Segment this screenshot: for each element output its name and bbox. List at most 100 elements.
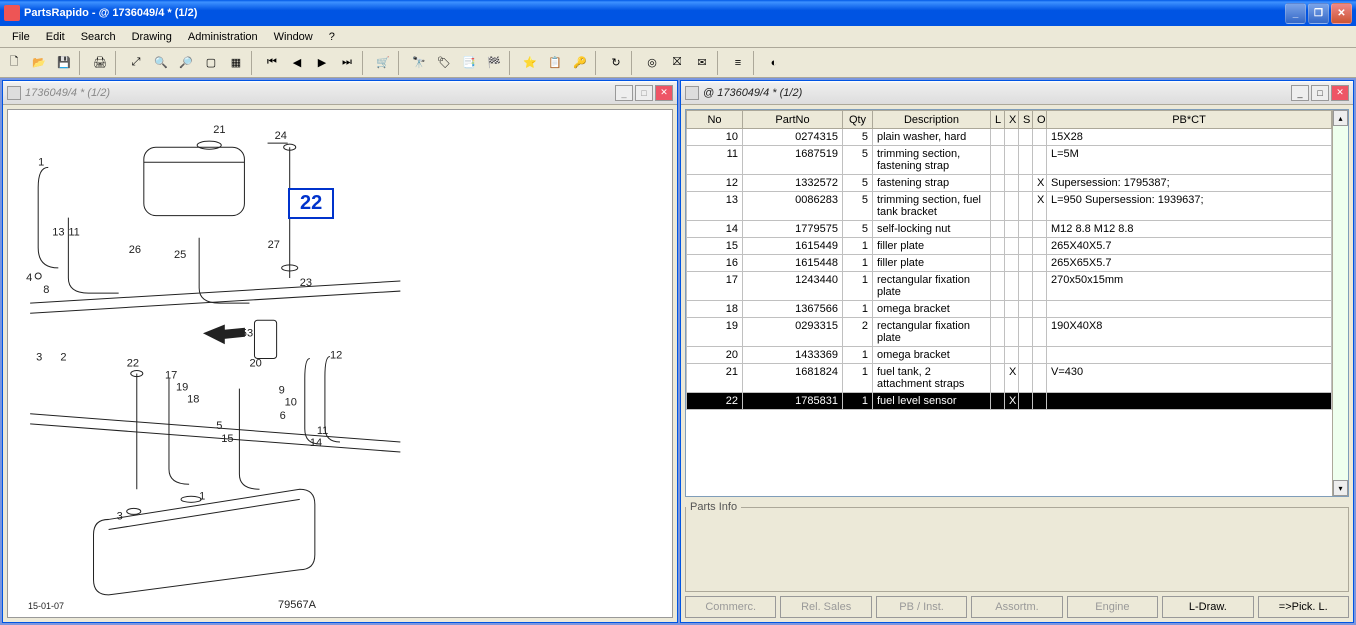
flag-icon[interactable]: 🏁 (482, 51, 506, 75)
cell-no: 17 (687, 272, 743, 301)
main-titlebar: PartsRapido - @ 1736049/4 * (1/2) _ ❐ ✕ (0, 0, 1356, 26)
prev-icon[interactable]: ◀ (285, 51, 309, 75)
action-button-1[interactable]: Rel. Sales (780, 596, 871, 618)
child-close-button[interactable]: ✕ (1331, 85, 1349, 101)
child-maximize-button[interactable]: □ (1311, 85, 1329, 101)
cell-desc: fastening strap (873, 175, 991, 192)
new-icon[interactable]: 🗋 (2, 51, 26, 75)
action-button-2[interactable]: PB / Inst. (876, 596, 967, 618)
cell-partno: 1779575 (743, 221, 843, 238)
cell-desc: omega bracket (873, 301, 991, 318)
cell-desc: self-locking nut (873, 221, 991, 238)
column-header[interactable]: Qty (843, 111, 873, 129)
child-maximize-button[interactable]: □ (635, 85, 653, 101)
menu-window[interactable]: Window (266, 29, 321, 45)
column-header[interactable]: No (687, 111, 743, 129)
menu-search[interactable]: Search (73, 29, 124, 45)
child-minimize-button[interactable]: _ (1291, 85, 1309, 101)
close-button[interactable]: ✕ (1331, 3, 1352, 24)
cell-x (1005, 192, 1019, 221)
menu-edit[interactable]: Edit (38, 29, 73, 45)
child-close-button[interactable]: ✕ (655, 85, 673, 101)
zoomout-icon[interactable]: 🔍 (149, 51, 173, 75)
list-icon[interactable]: ≡ (726, 51, 750, 75)
cell-no: 21 (687, 364, 743, 393)
cell-s (1019, 301, 1033, 318)
cell-desc: omega bracket (873, 347, 991, 364)
mail-icon[interactable]: ✉ (690, 51, 714, 75)
table-row[interactable]: 1002743155plain washer, hard15X28 (687, 129, 1332, 146)
action-button-6[interactable]: =>Pick. L. (1258, 596, 1349, 618)
drawing-canvas[interactable]: 21 24 27 23 1 13 11 (7, 109, 673, 618)
first-icon[interactable]: ⏮ (260, 51, 284, 75)
cross-icon[interactable]: ⛝ (665, 51, 689, 75)
table-row[interactable]: 1516154491filler plate265X40X5.7 (687, 238, 1332, 255)
target-icon[interactable]: ◎ (640, 51, 664, 75)
table-row[interactable]: 1116875195trimming section, fastening st… (687, 146, 1332, 175)
column-header[interactable]: Description (873, 111, 991, 129)
cell-no: 15 (687, 238, 743, 255)
scroll-up-button[interactable]: ▴ (1333, 110, 1348, 126)
parts-table[interactable]: NoPartNoQtyDescriptionLXSOPB*CT 10027431… (686, 110, 1332, 410)
refresh-icon[interactable]: ↻ (604, 51, 628, 75)
cell-no: 16 (687, 255, 743, 272)
box-icon[interactable]: ▢ (199, 51, 223, 75)
menu-[interactable]: ? (321, 29, 343, 45)
print-icon[interactable]: 🖨 (88, 51, 112, 75)
menu-file[interactable]: File (4, 29, 38, 45)
note-icon[interactable]: 📋 (543, 51, 567, 75)
table-row[interactable]: 1417795755self-locking nutM12 8.8 M12 8.… (687, 221, 1332, 238)
child-minimize-button[interactable]: _ (615, 85, 633, 101)
key-icon[interactable]: 🔑 (568, 51, 592, 75)
scroll-down-button[interactable]: ▾ (1333, 480, 1348, 496)
minimize-button[interactable]: _ (1285, 3, 1306, 24)
table-row[interactable]: 1902933152rectangular fixation plate190X… (687, 318, 1332, 347)
table-row[interactable]: 2217858311fuel level sensorX (687, 393, 1332, 410)
column-header[interactable]: X (1005, 111, 1019, 129)
tag1-icon[interactable]: 🏷 (432, 51, 456, 75)
parts-info-panel: Parts Info (685, 501, 1349, 592)
menu-administration[interactable]: Administration (180, 29, 266, 45)
column-header[interactable]: PartNo (743, 111, 843, 129)
cell-l (991, 318, 1005, 347)
parts-info-body (686, 513, 1348, 591)
table-row[interactable]: 1616154481filler plate265X65X5.7 (687, 255, 1332, 272)
table-row[interactable]: 1300862835trimming section, fuel tank br… (687, 192, 1332, 221)
table-row[interactable]: 1813675661omega bracket (687, 301, 1332, 318)
action-button-4[interactable]: Engine (1067, 596, 1158, 618)
column-header[interactable]: S (1019, 111, 1033, 129)
cell-x (1005, 146, 1019, 175)
star-icon[interactable]: ⭐ (518, 51, 542, 75)
svg-text:18: 18 (187, 394, 199, 406)
action-button-0[interactable]: Commerc. (685, 596, 776, 618)
grid-icon[interactable]: ▦ (224, 51, 248, 75)
table-row[interactable]: 2116818241fuel tank, 2 attachment straps… (687, 364, 1332, 393)
cart-icon[interactable]: 🛒 (371, 51, 395, 75)
save-icon[interactable]: 💾 (52, 51, 76, 75)
action-button-3[interactable]: Assortm. (971, 596, 1062, 618)
svg-text:6: 6 (280, 410, 286, 422)
column-header[interactable]: PB*CT (1047, 111, 1332, 129)
action-button-5[interactable]: L-Draw. (1162, 596, 1253, 618)
tag2-icon[interactable]: 📑 (457, 51, 481, 75)
vertical-scrollbar[interactable]: ▴ ▾ (1332, 110, 1348, 496)
parts-window-titlebar: @ 1736049/4 * (1/2) _ □ ✕ (681, 81, 1353, 105)
table-row[interactable]: 1712434401rectangular fixation plate270x… (687, 272, 1332, 301)
zoomin-icon[interactable]: 🔎 (174, 51, 198, 75)
cell-x (1005, 175, 1019, 192)
cell-pbct: V=430 (1047, 364, 1332, 393)
column-header[interactable]: O (1033, 111, 1047, 129)
db-icon[interactable]: ◐ (762, 51, 786, 75)
maximize-button[interactable]: ❐ (1308, 3, 1329, 24)
table-row[interactable]: 1213325725fastening strapXSupersession: … (687, 175, 1332, 192)
open-icon[interactable]: 📂 (27, 51, 51, 75)
last-icon[interactable]: ⏭ (335, 51, 359, 75)
table-row[interactable]: 2014333691omega bracket (687, 347, 1332, 364)
fit-icon[interactable]: ⤢ (124, 51, 148, 75)
column-header[interactable]: L (991, 111, 1005, 129)
scroll-track[interactable] (1333, 126, 1348, 480)
cell-desc: fuel level sensor (873, 393, 991, 410)
next-icon[interactable]: ▶ (310, 51, 334, 75)
binoc-icon[interactable]: 🔭 (407, 51, 431, 75)
menu-drawing[interactable]: Drawing (124, 29, 180, 45)
